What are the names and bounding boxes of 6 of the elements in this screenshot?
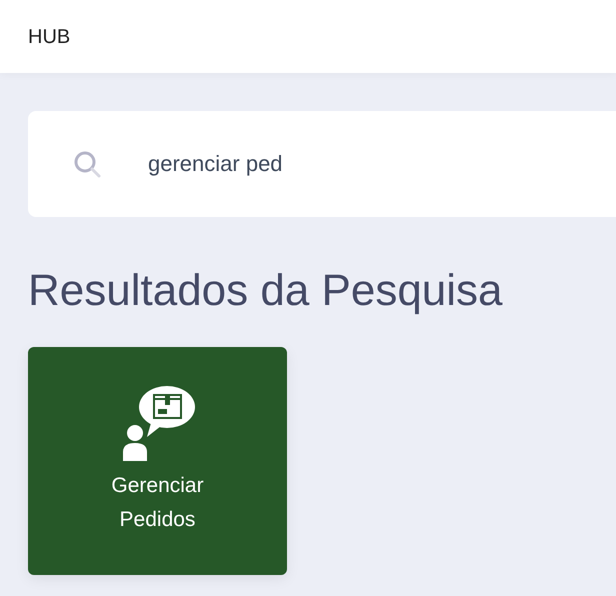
results-heading: Resultados da Pesquisa [28,265,504,317]
person-package-icon [120,385,196,461]
result-tile[interactable]: Gerenciar Pedidos [28,347,287,575]
search-field[interactable]: gerenciar ped [28,111,616,217]
search-icon [73,150,101,178]
app-title: HUB [28,24,70,50]
